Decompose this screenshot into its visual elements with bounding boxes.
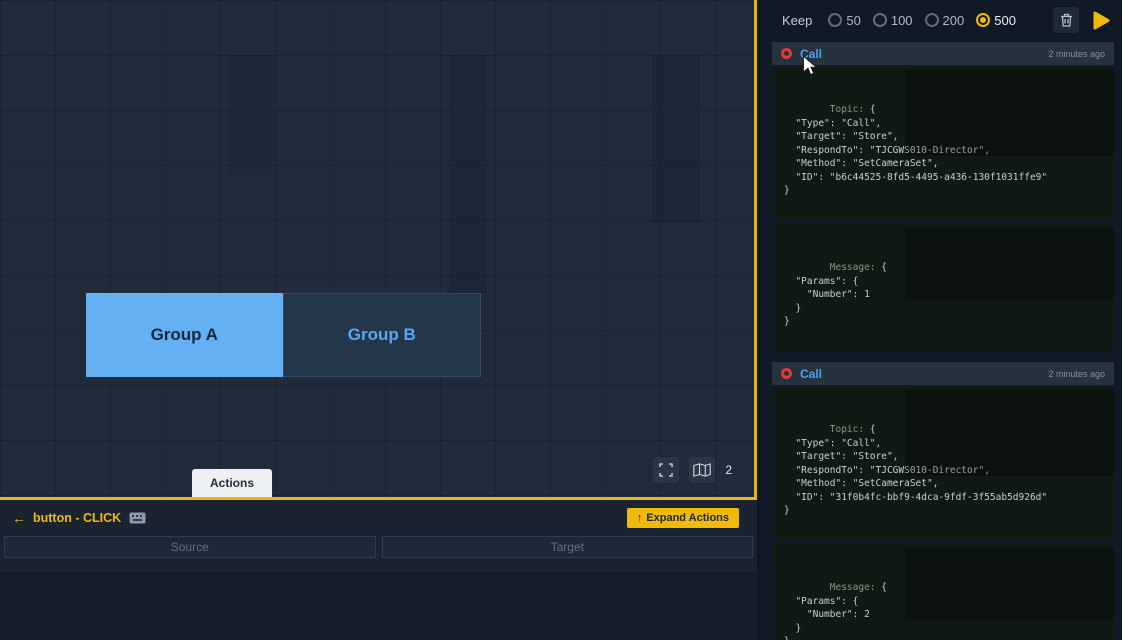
keep-option-100[interactable]: 100 <box>873 13 913 28</box>
canvas-toolbar: 2 <box>653 457 732 483</box>
code-shade <box>905 228 1114 299</box>
topic-label: Topic: <box>830 104 864 115</box>
topic-code-block: Topic: { "Type": "Call", "Target": "Stor… <box>772 387 1114 540</box>
keep-option-200[interactable]: 200 <box>925 13 965 28</box>
play-icon <box>1093 11 1110 30</box>
app-root: Group A Group B Actions <box>0 0 1122 640</box>
message-card: Call 2 minutes ago Topic: { "Type": "Cal… <box>772 42 1114 351</box>
topic-json: { "Type": "Call", "Target": "Store", "Re… <box>784 104 1047 196</box>
play-button[interactable] <box>1091 11 1112 30</box>
radio-selected-icon <box>976 13 990 27</box>
canvas-shade <box>449 55 487 293</box>
action-editor-panel: ← button - CLICK ↑ Expand Actions <box>0 500 757 640</box>
map-badge: 2 <box>725 463 732 477</box>
message-card-header[interactable]: Call 2 minutes ago <box>772 42 1114 65</box>
code-shade <box>905 390 1114 476</box>
trash-icon <box>1060 13 1073 27</box>
message-timestamp: 2 minutes ago <box>1048 369 1105 379</box>
message-title: Call <box>800 367 822 381</box>
source-target-row <box>0 534 757 560</box>
back-arrow-icon[interactable]: ← <box>12 510 26 526</box>
trash-button[interactable] <box>1053 7 1079 33</box>
expand-arrow-icon: ↑ <box>637 512 643 524</box>
message-label: Message: <box>830 582 876 593</box>
topic-code-block: Topic: { "Type": "Call", "Target": "Stor… <box>772 67 1114 220</box>
message-title: Call <box>800 47 822 61</box>
keep-label: Keep <box>782 13 812 28</box>
source-input[interactable] <box>4 536 376 558</box>
action-editor-header: ← button - CLICK ↑ Expand Actions <box>0 500 757 534</box>
record-icon <box>781 368 792 379</box>
message-card-header[interactable]: Call 2 minutes ago <box>772 362 1114 385</box>
message-inspector-panel: Keep 50 100 200 500 <box>760 0 1122 640</box>
fullscreen-button[interactable] <box>653 457 679 483</box>
expand-actions-button[interactable]: ↑ Expand Actions <box>627 508 739 528</box>
group-row: Group A Group B <box>86 293 481 377</box>
group-a-label: Group A <box>151 325 218 345</box>
message-code-block: Message: { "Params": { "Number": 2 } } <box>772 545 1114 640</box>
group-a-button[interactable]: Group A <box>86 293 283 377</box>
radio-icon <box>925 13 939 27</box>
keep-bar: Keep 50 100 200 500 <box>760 0 1122 40</box>
expand-actions-label: Expand Actions <box>646 512 729 524</box>
radio-icon <box>873 13 887 27</box>
topic-label: Topic: <box>830 424 864 435</box>
record-icon <box>781 48 792 59</box>
message-label: Message: <box>830 262 876 273</box>
keep-option-500[interactable]: 500 <box>976 13 1016 28</box>
code-shade <box>905 548 1114 619</box>
keep-option-label: 100 <box>891 13 913 28</box>
keep-option-label: 500 <box>994 13 1016 28</box>
group-b-button[interactable]: Group B <box>283 293 482 377</box>
fullscreen-icon <box>659 463 673 477</box>
radio-icon <box>828 13 842 27</box>
canvas-shade <box>228 55 273 175</box>
keep-option-50[interactable]: 50 <box>828 13 860 28</box>
keep-option-label: 200 <box>943 13 965 28</box>
keep-option-label: 50 <box>846 13 860 28</box>
topic-json: { "Type": "Call", "Target": "Store", "Re… <box>784 424 1047 516</box>
actions-tab[interactable]: Actions <box>192 469 272 497</box>
action-title: button - CLICK <box>33 511 121 525</box>
target-input[interactable] <box>382 536 754 558</box>
canvas-shade <box>652 55 700 223</box>
keyboard-icon <box>129 512 146 524</box>
map-button[interactable] <box>689 457 715 483</box>
map-icon <box>693 463 711 477</box>
action-editor-body <box>0 572 757 640</box>
stage-canvas[interactable]: Group A Group B Actions <box>0 0 757 500</box>
message-code-block: Message: { "Params": { "Number": 1 } } <box>772 225 1114 351</box>
group-b-label: Group B <box>348 325 416 345</box>
message-card: Call 2 minutes ago Topic: { "Type": "Cal… <box>772 362 1114 640</box>
code-shade <box>905 70 1114 156</box>
message-timestamp: 2 minutes ago <box>1048 49 1105 59</box>
